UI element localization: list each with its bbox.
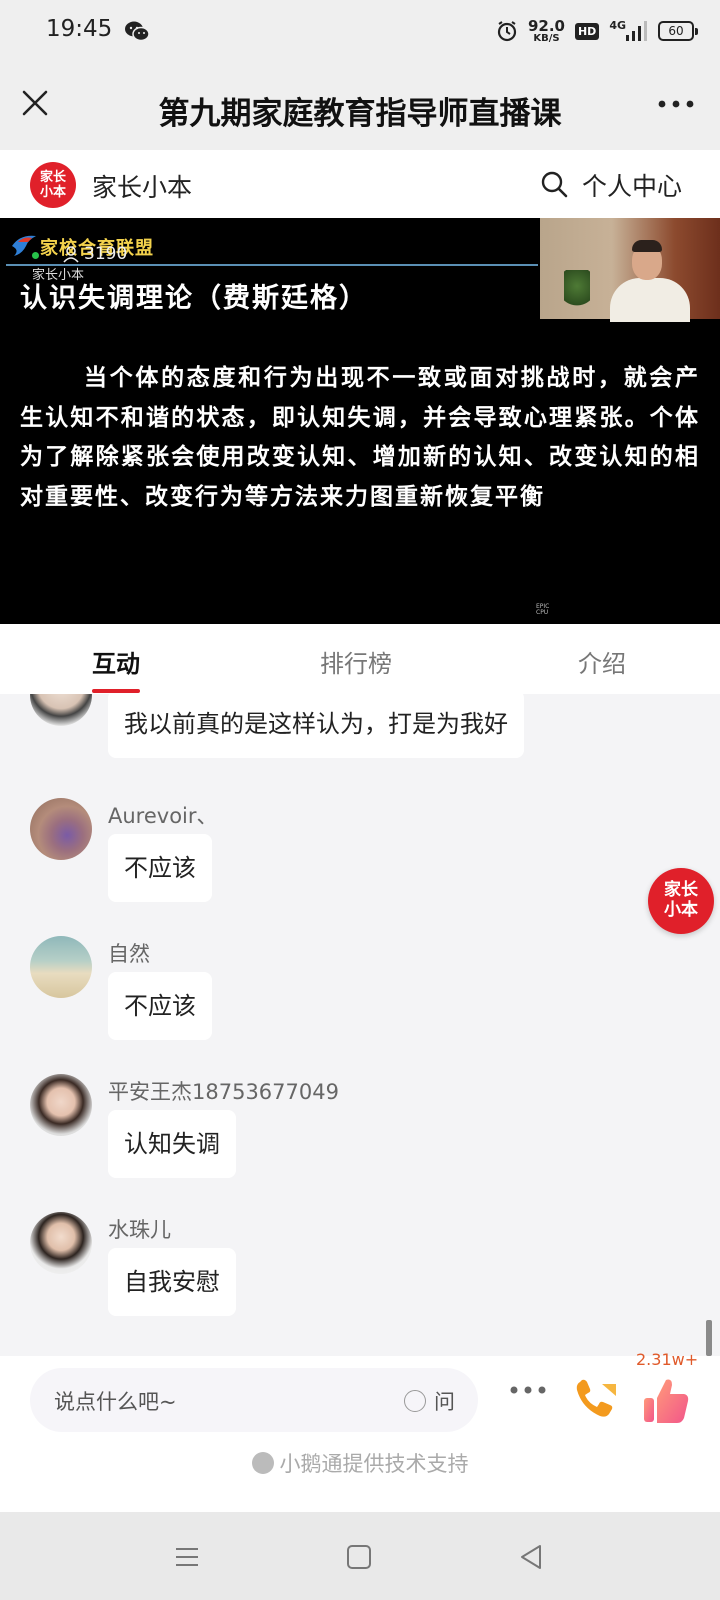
message-bubble[interactable]: 我以前真的是这样认为，打是为我好 [108, 694, 524, 758]
comment-input[interactable]: 说点什么吧~ 问 [30, 1368, 478, 1432]
personal-center-link[interactable]: 个人中心 [582, 167, 682, 203]
avatar[interactable] [30, 694, 92, 726]
speaker-camera [540, 218, 720, 322]
search-icon[interactable] [540, 170, 568, 198]
floating-brand-button[interactable]: 家长 小本 [648, 868, 714, 934]
ask-checkbox[interactable] [404, 1390, 426, 1412]
message-bubble[interactable]: 不应该 [108, 972, 212, 1040]
viewer-count-value: 3190 [84, 244, 128, 264]
slide-heading: 认识失调理论（费斯廷格） [20, 283, 368, 314]
tab-interaction[interactable]: 互动 [92, 644, 140, 693]
message-nickname: 水珠儿 [108, 1218, 171, 1242]
message-nickname: 自然 [108, 942, 150, 966]
battery-indicator: 60 [658, 21, 698, 41]
phone-icon[interactable] [572, 1376, 622, 1422]
network-speed: 92.0 KB/S [527, 16, 565, 44]
title-bar: 第九期家庭教育指导师直播课 [0, 64, 720, 150]
ask-toggle[interactable]: 问 [404, 1386, 455, 1416]
hd-badge: HD [574, 22, 600, 40]
powered-by-text: 小鹅通提供技术支持 [279, 1452, 469, 1476]
status-bar: 19:45 92.0 KB/S HD 4G 60 [0, 0, 720, 64]
avatar[interactable] [30, 1212, 92, 1274]
powered-by-icon [251, 1452, 274, 1474]
menu-icon[interactable] [172, 1542, 202, 1572]
status-indicators: 92.0 KB/S HD 4G 60 [496, 16, 698, 46]
live-indicator [32, 252, 39, 259]
speaker-hair [632, 240, 662, 252]
message-nickname: 平安王杰18753677049 [108, 1080, 339, 1104]
system-nav-bar [0, 1512, 720, 1600]
like-icon[interactable] [642, 1376, 690, 1426]
page-title: 第九期家庭教育指导师直播课 [158, 96, 562, 132]
slide-body: 当个体的态度和行为出现不一致或面对挑战时，就会产生认知不和谐的状态，即认知失调，… [20, 364, 700, 510]
avatar[interactable] [30, 798, 92, 860]
speaker-body [610, 278, 690, 322]
viewer-count: 3190 [62, 244, 127, 264]
more-options-icon[interactable] [508, 1378, 548, 1402]
chat-list[interactable]: 我以前真的是这样认为，打是为我好 Aurevoir、 不应该 自然 不应该 平安… [0, 694, 720, 1356]
tab-intro[interactable]: 介绍 [578, 644, 626, 679]
message-bubble[interactable]: 认知失调 [108, 1110, 236, 1178]
home-icon[interactable] [344, 1542, 374, 1572]
live-video-player[interactable]: 家校合育联盟 家长小本 3190 认识失调理论（费斯廷格） 当个体的态度和行为出… [0, 218, 720, 624]
message-nickname: Aurevoir、 [108, 804, 218, 828]
message-bubble[interactable]: 自我安慰 [108, 1248, 236, 1316]
like-count: 2.31w+ [636, 1350, 699, 1369]
avatar[interactable] [30, 936, 92, 998]
divider [6, 264, 538, 266]
brand-bar: 家长 小本 家长小本 个人中心 [0, 150, 720, 218]
avatar[interactable] [30, 1074, 92, 1136]
chat-scrollbar[interactable] [706, 1320, 712, 1356]
speed-value: 92.0 [527, 16, 565, 35]
network-type: 4G [609, 18, 626, 32]
viewers-icon [63, 246, 79, 263]
brand-logo-text: 家长 小本 [39, 170, 66, 200]
floating-brand-text: 家长 小本 [664, 880, 698, 920]
plant [564, 270, 590, 310]
back-icon[interactable] [516, 1542, 546, 1572]
alarm-icon [497, 21, 517, 42]
tab-bar: 互动 排行榜 介绍 [0, 624, 720, 694]
tab-ranking[interactable]: 排行榜 [320, 644, 392, 679]
wechat-icon [125, 21, 150, 42]
signal-icon [626, 21, 647, 41]
comment-placeholder: 说点什么吧~ [54, 1390, 177, 1414]
brand-name[interactable]: 家长小本 [92, 168, 192, 204]
brand-logo[interactable]: 家长 小本 [30, 162, 76, 208]
watermark-line-2: CPU [536, 609, 549, 616]
video-watermark: EPIC CPU [536, 604, 549, 616]
message-bubble[interactable]: 不应该 [108, 834, 212, 902]
ask-label: 问 [434, 1390, 455, 1414]
speed-unit: KB/S [533, 32, 560, 44]
more-icon[interactable] [656, 92, 696, 116]
input-bar: 说点什么吧~ 问 2.31w+ 小鹅通提供技术支持 [0, 1350, 720, 1512]
status-time: 19:45 [46, 16, 113, 42]
powered-by: 小鹅通提供技术支持 [0, 1448, 720, 1478]
